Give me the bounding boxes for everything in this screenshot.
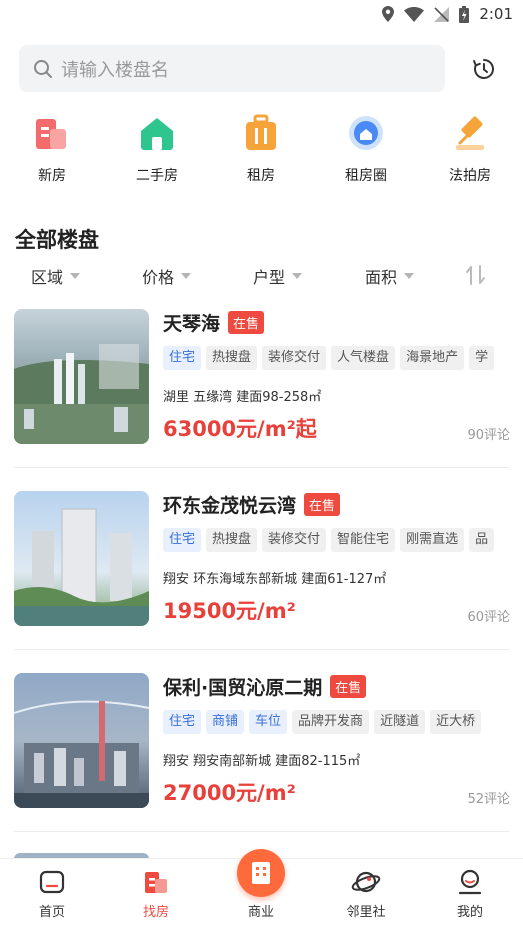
tag-list: 住宅 热搜盘 装修交付 智能住宅 刚需直选品 xyxy=(163,528,523,554)
battery-icon xyxy=(459,5,470,23)
search-icon xyxy=(34,59,52,78)
listing-image xyxy=(14,673,149,808)
filter-bar: 区域 价格 户型 面积 xyxy=(0,264,523,294)
tag: 品 xyxy=(469,528,495,552)
tag: 热搜盘 xyxy=(206,346,258,370)
sort-icon xyxy=(466,265,485,285)
listing-location: 翔安 翔安南部新城 建面82-115㎡ xyxy=(163,754,361,769)
status-badge: 在售 xyxy=(330,675,367,698)
listing-price: 63000元/m²起 xyxy=(163,417,317,441)
listing-title-row: 保利·国贸沁原二期 在售 xyxy=(163,673,367,700)
tab-find-house[interactable]: 找房 xyxy=(116,869,196,920)
listing-title-row: 天琴海 在售 xyxy=(163,309,265,336)
listing-image xyxy=(14,309,149,444)
filter-price[interactable]: 价格 xyxy=(142,264,192,288)
search-placeholder: 请输入楼盘名 xyxy=(61,59,169,81)
quicknav-rent[interactable]: 租房 xyxy=(216,113,306,185)
quicknav-new-house[interactable]: 新房 xyxy=(7,113,97,185)
listing-name: 环东金茂悦云湾 xyxy=(163,495,297,517)
tab-neighborhood[interactable]: 邻里社 xyxy=(326,869,406,920)
listing-item[interactable]: 保利·国贸沁原二期 在售 住宅 商铺 车位 品牌开发商 近隧道 近大桥 翔安 翔安南部新城… xyxy=(14,673,523,809)
filter-region[interactable]: 区域 xyxy=(31,264,81,288)
tag: 装修交付 xyxy=(262,346,327,370)
location-icon xyxy=(382,6,395,22)
search-input[interactable]: 请输入楼盘名 xyxy=(19,45,445,92)
dropdown-caret-icon xyxy=(404,273,415,279)
listing-price: 27000元/m² xyxy=(163,781,296,805)
history-icon xyxy=(473,59,494,79)
tag: 装修交付 xyxy=(262,528,327,552)
tag: 商铺 xyxy=(206,710,245,734)
tag: 智能住宅 xyxy=(331,528,396,552)
rent-circle-icon xyxy=(349,116,383,150)
comment-count: 52评论 xyxy=(467,792,510,807)
neighborhood-icon xyxy=(351,871,381,893)
bottom-tab-bar: 首页 找房 商业 邻里社 我的 xyxy=(0,849,523,929)
tag: 人气楼盘 xyxy=(331,346,396,370)
tag: 热搜盘 xyxy=(206,528,258,552)
home-icon xyxy=(39,870,65,894)
listing-name: 天琴海 xyxy=(163,313,221,335)
rent-icon xyxy=(246,114,276,150)
second-hand-icon xyxy=(141,118,173,150)
history-button[interactable] xyxy=(470,55,498,83)
dropdown-caret-icon xyxy=(181,273,192,279)
profile-icon xyxy=(458,869,482,895)
tag-list: 住宅 商铺 车位 品牌开发商 近隧道 近大桥 xyxy=(163,710,523,736)
tag: 近隧道 xyxy=(374,710,426,734)
auction-icon xyxy=(456,116,484,150)
listing-image xyxy=(14,491,149,626)
tag: 品牌开发商 xyxy=(292,710,370,734)
comment-count: 90评论 xyxy=(467,428,510,443)
divider xyxy=(14,649,509,650)
divider xyxy=(14,831,509,832)
listing-location: 翔安 环东海域东部新城 建面61-127㎡ xyxy=(163,572,387,587)
tag: 近大桥 xyxy=(430,710,482,734)
quicknav-second-hand[interactable]: 二手房 xyxy=(112,113,202,185)
listing-title-row: 环东金茂悦云湾 在售 xyxy=(163,491,341,518)
filter-layout[interactable]: 户型 xyxy=(253,264,303,288)
listing-item[interactable]: 天琴海 在售 住宅 热搜盘 装修交付 人气楼盘 海景地产学 湖里 五缘湾 建面98-25… xyxy=(14,309,523,445)
tag: 海景地产 xyxy=(400,346,465,370)
tag: 学 xyxy=(469,346,495,370)
no-signal-icon xyxy=(434,6,450,22)
listing-price: 19500元/m² xyxy=(163,599,296,623)
quick-nav: 新房 二手房 租房 租房圈 法拍房 xyxy=(0,113,523,193)
listing-item[interactable]: 环东金茂悦云湾 在售 住宅 热搜盘 装修交付 智能住宅 刚需直选品 翔安 环东海域东部新… xyxy=(14,491,523,627)
tab-business[interactable]: 商业 xyxy=(221,849,301,920)
find-house-icon xyxy=(145,872,167,893)
sort-button[interactable] xyxy=(464,264,488,286)
comment-count: 60评论 xyxy=(467,610,510,625)
tag: 住宅 xyxy=(163,710,202,734)
tag: 刚需直选 xyxy=(400,528,465,552)
tag: 住宅 xyxy=(163,346,202,370)
listing-location: 湖里 五缘湾 建面98-258㎡ xyxy=(163,390,322,405)
dropdown-caret-icon xyxy=(70,273,81,279)
new-house-icon xyxy=(36,119,66,149)
tag: 车位 xyxy=(249,710,288,734)
wifi-icon xyxy=(404,6,425,22)
status-bar: 2:01 xyxy=(0,0,523,30)
tag-list: 住宅 热搜盘 装修交付 人气楼盘 海景地产学 xyxy=(163,346,523,372)
divider xyxy=(14,467,509,468)
dropdown-caret-icon xyxy=(292,273,303,279)
business-icon xyxy=(237,849,285,897)
status-badge: 在售 xyxy=(228,311,265,334)
status-icons: 2:01 xyxy=(382,5,513,23)
quicknav-rent-circle[interactable]: 租房圈 xyxy=(321,113,411,185)
section-title: 全部楼盘 xyxy=(15,228,99,252)
tab-profile[interactable]: 我的 xyxy=(430,869,510,920)
filter-area[interactable]: 面积 xyxy=(365,264,415,288)
listing-name: 保利·国贸沁原二期 xyxy=(163,677,323,699)
status-badge: 在售 xyxy=(304,493,341,516)
status-time: 2:01 xyxy=(479,5,513,23)
tag: 住宅 xyxy=(163,528,202,552)
tab-home[interactable]: 首页 xyxy=(12,869,92,920)
quicknav-auction[interactable]: 法拍房 xyxy=(425,113,515,185)
